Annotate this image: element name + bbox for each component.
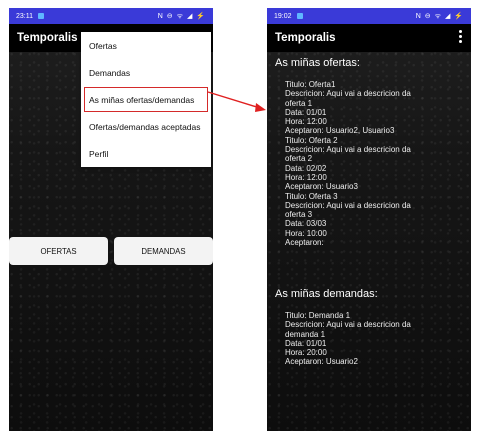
menu-item-my-offers-demands[interactable]: As miñas ofertas/demandas [83, 86, 209, 113]
demandas-button[interactable]: DEMANDAS [114, 237, 213, 265]
notification-icon [38, 13, 44, 19]
more-options-icon[interactable] [459, 30, 463, 43]
status-time: 23:11 [16, 12, 33, 20]
status-bar: 23:11 N ⊖ ᯤ ◢ ⚡ [9, 8, 213, 24]
offer-entry-line: Aceptaron: Usuario2, Usuario3 [285, 126, 395, 136]
demands-list: Titulo: Demanda 1 Descricion: Aqui vai a … [285, 311, 465, 367]
offer-entry-line: Hora: 12:00 [285, 117, 327, 127]
demand-entry-line: Hora: 20:00 [285, 348, 327, 358]
offer-entry-line: Descricion: Aqui vai a descricion da [285, 145, 411, 155]
offer-entry-line: Descricion: Aqui vai a descricion da [285, 89, 411, 99]
offer-entry-line: Titulo: Oferta1 [285, 80, 336, 89]
offer-entry-line: Aceptaron: Usuario3 [285, 182, 358, 192]
offer-entry-line: Descricion: Aqui vai a descricion da [285, 200, 411, 210]
demand-entry-line: demanda 1 [285, 329, 326, 339]
demand-entry-line: Titulo: Demanda 1 [285, 311, 351, 320]
offers-heading: As miñas ofertas: [275, 57, 360, 69]
overflow-menu: Ofertas Demandas As miñas ofertas/demand… [81, 32, 211, 167]
offer-entry-line: Aceptaron: [285, 238, 324, 248]
app-title: Temporalis [275, 32, 336, 44]
offer-entry-line: Data: 02/02 [285, 163, 327, 173]
offer-entry-line: Data: 03/03 [285, 219, 327, 229]
offer-entry-line: Hora: 12:00 [285, 172, 327, 182]
status-bar: 19:02 N ⊖ ᯤ ◢ ⚡ [267, 8, 471, 24]
offer-entry: Titulo: Oferta1 Descricion: Aqui vai a de… [285, 80, 465, 136]
main-buttons: OFERTAS DEMANDAS [9, 237, 213, 265]
demand-entry-line: Data: 01/01 [285, 338, 327, 348]
menu-item-accepted[interactable]: Ofertas/demandas aceptadas [81, 113, 211, 140]
phone-screen-my-offers: 19:02 N ⊖ ᯤ ◢ ⚡ Temporalis As miñas ofer… [267, 8, 471, 431]
app-title: Temporalis [17, 32, 78, 44]
app-bar: Temporalis [267, 24, 471, 52]
offer-entry-line: Data: 01/01 [285, 107, 327, 117]
demand-entry-line: Descricion: Aqui vai a descricion da [285, 320, 411, 330]
offer-entry: Titulo: Oferta 2 Descricion: Aqui vai a d… [285, 136, 465, 192]
status-icons: N ⊖ ᯤ ◢ ⚡ [415, 12, 464, 20]
demand-entry-line: Aceptaron: Usuario2 [285, 357, 358, 367]
offer-entry-line: Hora: 10:00 [285, 228, 327, 238]
demands-heading: As miñas demandas: [275, 288, 378, 300]
offer-entry-line: oferta 3 [285, 210, 313, 220]
offer-entry-line: Titulo: Oferta 2 [285, 135, 338, 145]
status-icons: N ⊖ ᯤ ◢ ⚡ [157, 12, 206, 20]
menu-item-ofertas[interactable]: Ofertas [81, 32, 211, 59]
offer-entry-line: Titulo: Oferta 3 [285, 191, 338, 201]
menu-item-profile[interactable]: Perfil [81, 140, 211, 167]
offer-entry: Titulo: Oferta 3 Descricion: Aqui vai a d… [285, 192, 465, 248]
offer-entry-line: oferta 2 [285, 154, 313, 164]
menu-item-demandas[interactable]: Demandas [81, 59, 211, 86]
offer-entry-line: oferta 1 [285, 98, 313, 108]
my-offers-content: As miñas ofertas: Titulo: Oferta1 Descric… [267, 56, 471, 431]
notification-icon [296, 13, 303, 19]
status-time: 19:02 [274, 12, 292, 20]
ofertas-button[interactable]: OFERTAS [9, 237, 108, 265]
offers-list: Titulo: Oferta1 Descricion: Aqui vai a de… [285, 80, 465, 247]
demand-entry: Titulo: Demanda 1 Descricion: Aqui vai a … [285, 311, 465, 367]
phone-screen-menu: 23:11 N ⊖ ᯤ ◢ ⚡ Temporalis OFERTAS DEMAN… [9, 8, 213, 431]
